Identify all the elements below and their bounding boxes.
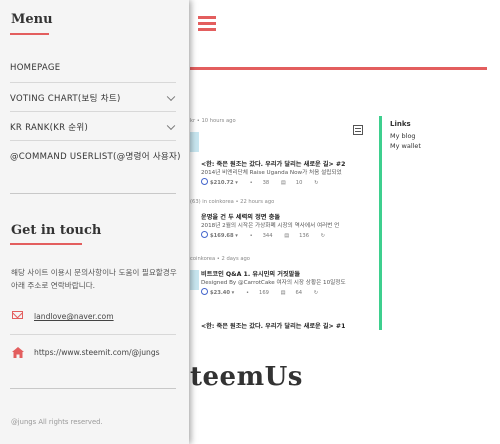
contact-description: 해당 사이트 이용시 문의사항이나 도움이 필요할경우 아래 주소로 연락바랍니… <box>11 268 177 290</box>
upvote-icon <box>201 178 208 185</box>
feed-item: kr • 10 hours ago <한: 죽은 원조는 갔다. 우리가 달리는… <box>190 118 378 186</box>
copyright-text: @jungs All rights reserved. <box>11 418 103 426</box>
footer-divider <box>10 388 176 389</box>
hamburger-menu-icon[interactable] <box>198 16 216 31</box>
menu-item-label: HOMEPAGE <box>10 63 61 73</box>
contact-website-row[interactable]: https://www.steemit.com/@jungs <box>10 344 176 364</box>
menu-item-label: VOTING CHART(보팅 차트) <box>10 94 121 104</box>
feed-item-payout: $210.72 <box>210 180 234 186</box>
comments-icon: ▤ <box>280 180 286 186</box>
feed-item-meta: kr • 10 hours ago <box>190 118 236 124</box>
comments-icon: ▤ <box>280 290 286 296</box>
feed-item-comments: 10 <box>295 180 303 186</box>
contact-website[interactable]: https://www.steemit.com/@jungs <box>34 348 160 357</box>
feed-item-payout: $23.40 <box>210 290 231 296</box>
menu-item-command-userlist[interactable]: @COMMAND USERLIST(@명령어 사용자) <box>10 142 180 170</box>
reply-icon: ↻ <box>313 290 319 296</box>
menu-heading: Menu <box>11 12 53 27</box>
feed-menu-icon <box>353 125 363 135</box>
feed-item-payout: $169.68 <box>210 233 234 239</box>
feed-item-title: 운명을 건 두 세력의 정면 충돌 <box>201 214 281 221</box>
links-panel: Links My blog My wallet <box>390 120 476 152</box>
envelope-icon <box>12 311 23 319</box>
menu-heading-underline <box>10 33 49 35</box>
contact-divider <box>10 334 176 335</box>
link-my-blog[interactable]: My blog <box>390 132 476 140</box>
menu-divider <box>10 111 176 112</box>
contact-heading: Get in touch <box>11 223 102 238</box>
menu-item-label: @COMMAND USERLIST(@명령어 사용자) <box>10 152 181 162</box>
feed-item: coinkorea • 2 days ago 비트코인 Q&A 1. 유시민의 … <box>190 256 378 296</box>
feed-item-excerpt: Designed By @CarrotCake 여자의 시장 상황은 10일정도 <box>201 280 346 286</box>
comments-icon: ▤ <box>284 233 290 239</box>
contact-heading-underline <box>10 243 82 245</box>
reply-icon: ↻ <box>314 180 319 186</box>
feed-item-comments: 136 <box>299 233 309 239</box>
votes-icon: • <box>245 290 250 296</box>
votes-icon: • <box>249 180 253 186</box>
menu-divider <box>10 82 176 83</box>
feed-item-votes: 38 <box>262 180 270 186</box>
feed-item-votes: 169 <box>259 290 269 296</box>
feed-item-title: <한: 죽은 원조는 갔다. 우리가 달리는 새로운 길> #2 <box>201 161 346 168</box>
links-title: Links <box>390 120 411 128</box>
reply-icon: ↻ <box>320 233 326 239</box>
feed-item: (63) in coinkorea • 22 hours ago 운명을 건 두… <box>190 199 378 239</box>
menu-item-voting-chart[interactable]: VOTING CHART(보팅 차트) <box>10 84 176 112</box>
chevron-down-icon <box>166 92 176 102</box>
section-divider <box>10 193 176 194</box>
feed-preview-image: kr • 10 hours ago <한: 죽은 원조는 갔다. 우리가 달리는… <box>190 116 378 332</box>
feed-item-title: 비트코인 Q&A 1. 유시민의 거짓말들 <box>201 271 301 278</box>
feed-item-comments: 64 <box>295 290 303 296</box>
feed-item-excerpt: 2018년 2월의 시작은 가상화폐 시장의 역사에서 여러번 언 <box>201 223 340 229</box>
links-accent-bar <box>379 116 382 330</box>
feed-item-votes: 344 <box>262 233 273 239</box>
upvote-icon <box>201 231 208 238</box>
contact-email-row[interactable]: landlove@naver.com <box>10 308 176 328</box>
menu-item-label: KR RANK(KR 순위) <box>10 123 89 133</box>
menu-item-kr-rank[interactable]: KR RANK(KR 순위) <box>10 113 176 141</box>
feed-thumbnail <box>190 270 199 290</box>
menu-divider <box>10 140 176 141</box>
feed-item-stats: $210.72 ▾ • 38 ▤ 10 ↻ <box>201 178 328 186</box>
contact-email[interactable]: landlove@naver.com <box>34 312 114 321</box>
side-menu: Menu HOMEPAGE VOTING CHART(보팅 차트) KR RAN… <box>0 0 189 444</box>
upvote-icon <box>201 288 208 295</box>
feed-item-meta: coinkorea • 2 days ago <box>190 256 250 262</box>
chevron-down-icon <box>166 121 176 131</box>
header-divider <box>190 67 487 70</box>
feed-item-excerpt: 2014년 비엔리단체 Raise Uganda Now가 처음 설립되었 <box>201 170 342 176</box>
menu-item-homepage[interactable]: HOMEPAGE <box>10 54 176 82</box>
feed-item-title: <한: 죽은 원조는 갔다. 우리가 달리는 새로운 길> #1 <box>201 323 346 330</box>
feed-thumbnail <box>190 132 199 152</box>
site-title: teemUs <box>190 362 303 392</box>
votes-icon: • <box>249 233 253 239</box>
home-icon <box>12 347 24 358</box>
feed-item-meta: (63) in coinkorea • 22 hours ago <box>190 199 275 205</box>
link-my-wallet[interactable]: My wallet <box>390 142 476 150</box>
feed-item-stats: $23.40 ▾ • 169 ▤ 64 ↻ <box>201 288 328 296</box>
feed-item-stats: $169.68 ▾ • 344 ▤ 136 ↻ <box>201 231 335 239</box>
